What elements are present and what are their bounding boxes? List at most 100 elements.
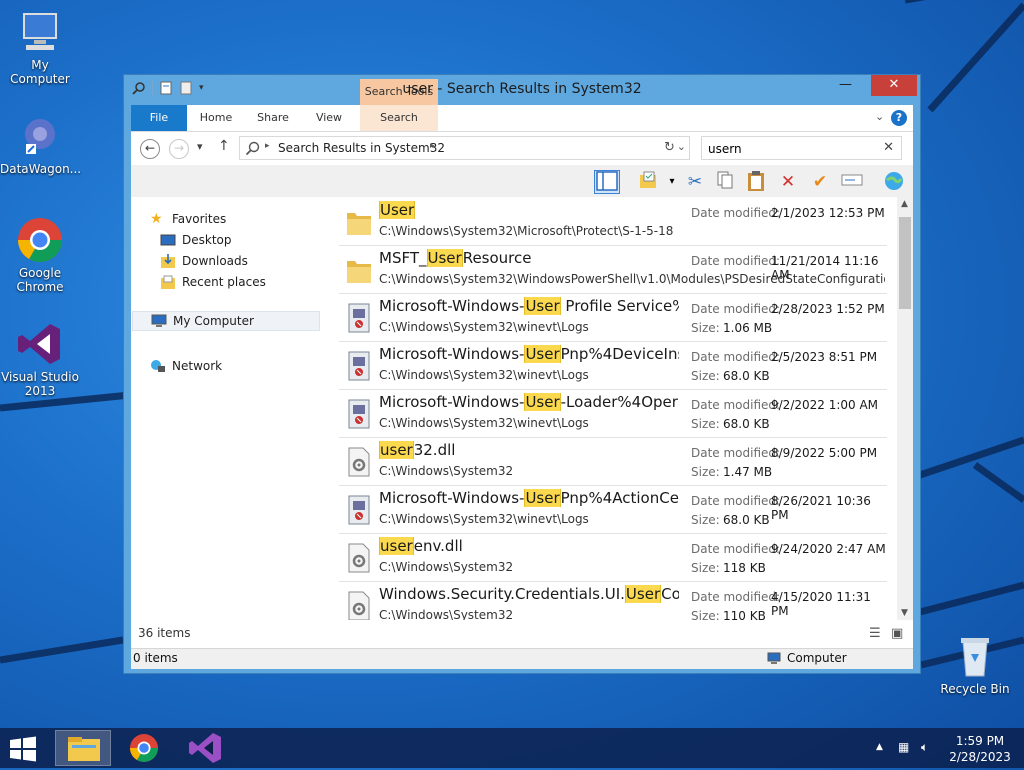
clear-search-icon[interactable]: ✕ [883, 140, 894, 155]
help-icon[interactable]: ? [891, 110, 907, 126]
size-value: 1.06 MB [723, 321, 773, 335]
event-log-icon [345, 495, 373, 525]
result-row[interactable]: userenv.dll C:\Windows\System32 Date modif… [339, 533, 887, 582]
date-modified-value: 2/28/2023 1:52 PM [771, 302, 885, 316]
result-row[interactable]: User C:\Windows\System32\Microsoft\Protec… [339, 197, 887, 246]
breadcrumb-chevron-icon[interactable]: ▸ [265, 141, 270, 151]
sidebar-item-label: Network [172, 359, 223, 373]
vertical-scrollbar[interactable]: ▲ ▼ [897, 197, 913, 620]
network-tray-icon[interactable]: ▦ [898, 740, 909, 754]
address-bar[interactable]: ▸ Search Results in System32 ▸ ⌄ [239, 136, 690, 160]
search-results-list: User C:\Windows\System32\Microsoft\Protec… [339, 197, 895, 620]
meta-label: Date modified: [691, 494, 781, 508]
rename-icon[interactable] [839, 170, 865, 194]
refresh-button[interactable]: ↻ [664, 140, 675, 155]
result-path: C:\Windows\System32\Microsoft\Protect\S-… [379, 224, 674, 238]
tab-share[interactable]: Share [245, 105, 301, 131]
copy-icon[interactable] [712, 170, 738, 194]
expand-ribbon-icon[interactable]: ⌄ [875, 110, 884, 123]
search-input[interactable] [706, 139, 880, 159]
date-modified-value: 8/9/2022 5:00 PM [771, 446, 878, 460]
desktop-icon-recycle-bin[interactable]: Recycle Bin [935, 632, 1015, 696]
tab-file[interactable]: File [131, 105, 187, 131]
result-row[interactable]: user32.dll C:\Windows\System32 Date modifi… [339, 437, 887, 486]
taskbar-file-explorer[interactable] [55, 730, 111, 766]
result-name-suffix: 32.dll [413, 441, 456, 459]
sidebar-item-label: Downloads [182, 254, 248, 268]
desktop-icon-label: My Computer [10, 58, 70, 86]
sidebar-item-my-computer[interactable]: My Computer [132, 311, 320, 331]
scroll-up-icon[interactable]: ▲ [901, 199, 908, 209]
meta-label: Date modified: [691, 446, 781, 460]
scrollbar-thumb[interactable] [899, 217, 911, 309]
desktop-icon-datawagon[interactable]: DataWagon... [0, 112, 81, 176]
close-button[interactable]: ✕ [871, 75, 917, 96]
back-button[interactable]: ← [140, 139, 160, 159]
preview-pane-icon[interactable] [594, 170, 620, 194]
show-hidden-icons[interactable]: ▲ [876, 742, 883, 752]
event-log-icon [345, 351, 373, 381]
start-button[interactable] [8, 736, 38, 762]
desktop-icon-visual-studio[interactable]: Visual Studio 2013 [0, 320, 80, 398]
result-row[interactable]: Windows.Security.Credentials.UI.UserCons… [339, 581, 887, 620]
tab-view[interactable]: View [301, 105, 357, 131]
search-highlight: User [524, 345, 561, 363]
desktop-icon-label: Visual Studio 2013 [1, 370, 79, 398]
taskbar-clock[interactable]: 1:59 PM 2/28/2023 [940, 733, 1020, 765]
large-icons-view-icon[interactable]: ▣ [891, 626, 903, 641]
taskbar-google-chrome[interactable] [116, 730, 172, 766]
sidebar-item-network[interactable]: Network [150, 356, 222, 376]
tab-home[interactable]: Home [187, 105, 245, 131]
breadcrumb-chevron-icon[interactable]: ▸ [430, 141, 435, 151]
result-name-suffix: env.dll [413, 537, 463, 555]
cut-icon[interactable]: ✂ [682, 170, 708, 194]
result-row[interactable]: Microsoft-Windows-User Profile Service%4… [339, 293, 887, 342]
sidebar-item-downloads[interactable]: Downloads [160, 251, 248, 271]
result-row[interactable]: MSFT_UserResource C:\Windows\System32\Win… [339, 245, 887, 294]
recent-locations-button[interactable]: ▾ [197, 140, 203, 153]
result-path: C:\Windows\System32\winevt\Logs [379, 320, 589, 334]
status-bar: 0 items Computer [131, 648, 913, 669]
dll-file-icon [345, 591, 373, 620]
dll-file-icon [345, 447, 373, 477]
result-row[interactable]: Microsoft-Windows-User-Loader%4Operati..… [339, 389, 887, 438]
window-title: user - Search Results in System32 [402, 81, 642, 97]
up-button[interactable]: ↑ [218, 138, 230, 154]
volume-icon[interactable]: 🔈︎ [921, 740, 928, 755]
delete-icon[interactable]: ✕ [775, 170, 801, 194]
details-view-icon[interactable]: ☰ [869, 626, 881, 641]
forward-button[interactable]: → [169, 139, 189, 159]
sidebar-item-label: Desktop [182, 233, 232, 247]
star-icon: ★ [150, 211, 163, 227]
result-name-prefix: Microsoft-Windows- [379, 393, 525, 411]
address-dropdown-icon[interactable]: ⌄ [677, 140, 686, 153]
meta-label: Date modified: [691, 350, 781, 364]
dll-file-icon [345, 543, 373, 573]
sidebar-item-recent-places[interactable]: Recent places [160, 272, 266, 292]
sidebar-item-desktop[interactable]: Desktop [160, 230, 232, 250]
result-row[interactable]: Microsoft-Windows-UserPnp%4DeviceInstall… [339, 341, 887, 390]
network-icon [150, 358, 166, 374]
date-modified-value: 8/26/2021 10:36 PM [771, 494, 871, 522]
title-bar[interactable]: ▾ Search Tools user - Search Results in … [124, 75, 920, 105]
taskbar-visual-studio[interactable] [177, 730, 233, 766]
search-icon [245, 140, 261, 156]
meta-label: Size: [691, 321, 720, 335]
search-highlight: User [524, 393, 561, 411]
paste-icon[interactable] [743, 170, 769, 194]
minimize-button[interactable]: — [831, 75, 860, 96]
date-modified-value: 4/15/2020 11:31 PM [771, 590, 871, 618]
search-box[interactable]: ✕ [701, 136, 902, 160]
tab-search[interactable]: Search [360, 105, 438, 131]
meta-label: Size: [691, 369, 720, 383]
chrome-icon [16, 216, 64, 264]
item-count: 36 items [138, 626, 191, 640]
globe-icon[interactable] [881, 170, 907, 194]
properties-folder-icon[interactable] [635, 170, 661, 194]
desktop-icon-google-chrome[interactable]: Google Chrome [0, 216, 80, 294]
scroll-down-icon[interactable]: ▼ [901, 608, 908, 618]
result-row[interactable]: Microsoft-Windows-UserPnp%4ActionCenterC… [339, 485, 887, 534]
desktop-icon-my-computer[interactable]: My Computer [0, 8, 80, 86]
sidebar-item-favorites[interactable]: ★ Favorites [150, 209, 226, 229]
check-icon[interactable]: ✔ [807, 170, 833, 194]
